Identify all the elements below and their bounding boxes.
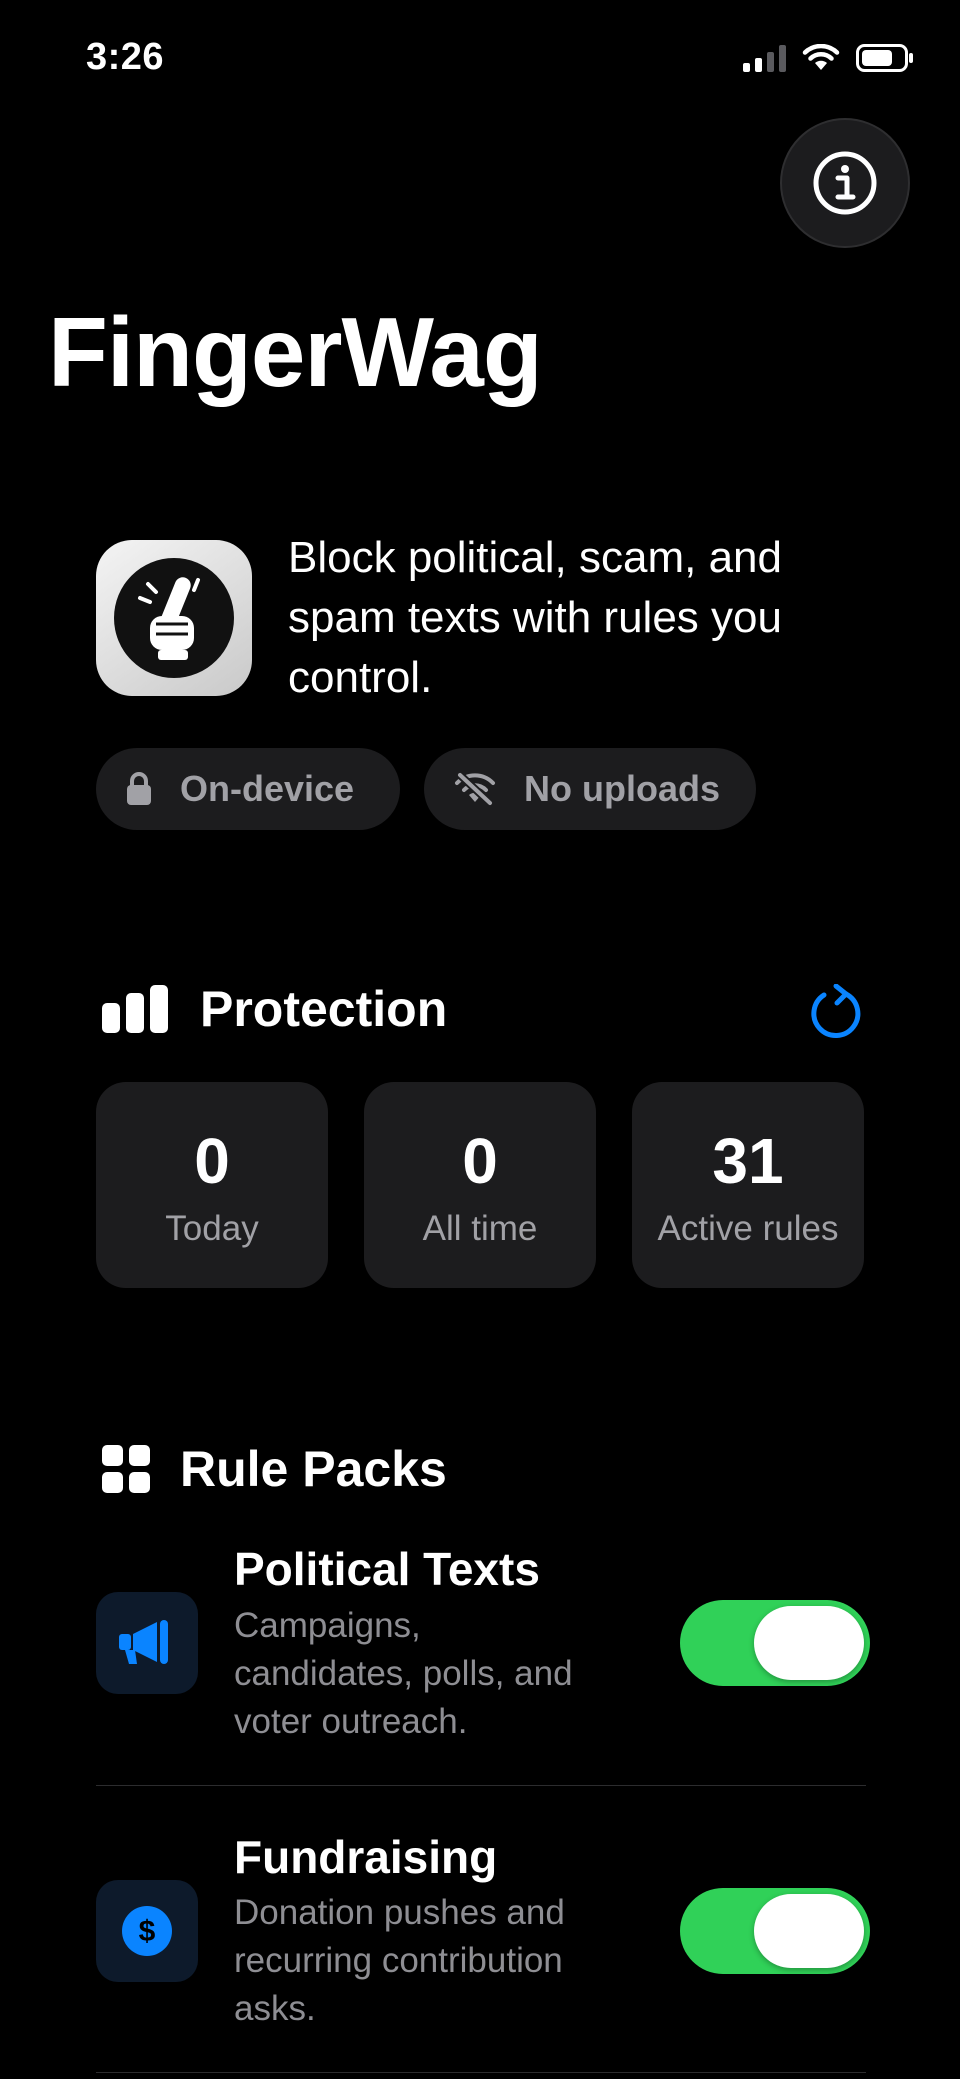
row-divider	[96, 2072, 866, 2073]
rule-packs-title: Rule Packs	[180, 1441, 447, 1497]
protection-header: Protection	[102, 980, 447, 1038]
stat-value: 0	[462, 1125, 498, 1197]
on-device-chip: On-device	[96, 748, 400, 830]
grid-icon	[102, 1445, 150, 1493]
fundraising-pack-icon-tile: $	[96, 1880, 198, 1982]
info-button[interactable]	[780, 118, 910, 248]
political-pack-icon-tile	[96, 1592, 198, 1694]
megaphone-icon	[119, 1620, 168, 1664]
protection-title: Protection	[200, 981, 448, 1037]
pack-description: Donation pushes and recurring contributi…	[234, 1893, 565, 2028]
pack-description: Campaigns, candidates, polls, and voter …	[234, 1606, 573, 1741]
battery-icon	[856, 44, 913, 72]
status-time: 3:26	[86, 36, 165, 78]
row-divider	[96, 1785, 866, 1786]
stat-active-rules: 31 Active rules	[632, 1082, 864, 1288]
toggle-knob	[754, 1606, 864, 1680]
pack-title: Fundraising	[234, 1831, 498, 1883]
app-tagline: Block political, scam, and spam texts wi…	[288, 533, 782, 702]
political-pack-toggle[interactable]	[680, 1600, 870, 1686]
app-logo	[96, 540, 252, 696]
svg-text:$: $	[139, 1915, 156, 1948]
refresh-icon	[811, 983, 861, 1039]
stat-value: 31	[712, 1125, 784, 1197]
app-screen: 3:26 FingerWag Block political, scam, an…	[0, 0, 960, 2079]
fundraising-pack-toggle[interactable]	[680, 1888, 870, 1974]
refresh-button[interactable]	[808, 983, 864, 1040]
wifi-icon	[802, 44, 840, 70]
info-circle-icon	[813, 151, 877, 215]
stat-label: All time	[422, 1209, 538, 1248]
status-icons	[743, 44, 914, 72]
finger-wag-logo-icon	[114, 558, 234, 678]
no-uploads-chip: No uploads	[424, 748, 756, 830]
dollar-circle-icon: $	[122, 1906, 172, 1956]
wifi-slash-icon	[455, 772, 495, 806]
pack-title: Political Texts	[234, 1543, 540, 1595]
bar-chart-icon	[102, 985, 168, 1033]
app-title: FingerWag	[48, 297, 543, 407]
stat-label: Today	[165, 1209, 259, 1248]
stat-value: 0	[194, 1125, 230, 1197]
stat-all-time: 0 All time	[364, 1082, 596, 1288]
no-uploads-label: No uploads	[524, 768, 720, 809]
cellular-signal-icon	[743, 44, 786, 72]
rule-packs-header: Rule Packs	[102, 1440, 447, 1498]
lock-icon	[127, 772, 151, 805]
toggle-knob	[754, 1894, 864, 1968]
stat-today: 0 Today	[96, 1082, 328, 1288]
stat-label: Active rules	[657, 1209, 839, 1248]
on-device-label: On-device	[180, 768, 355, 809]
